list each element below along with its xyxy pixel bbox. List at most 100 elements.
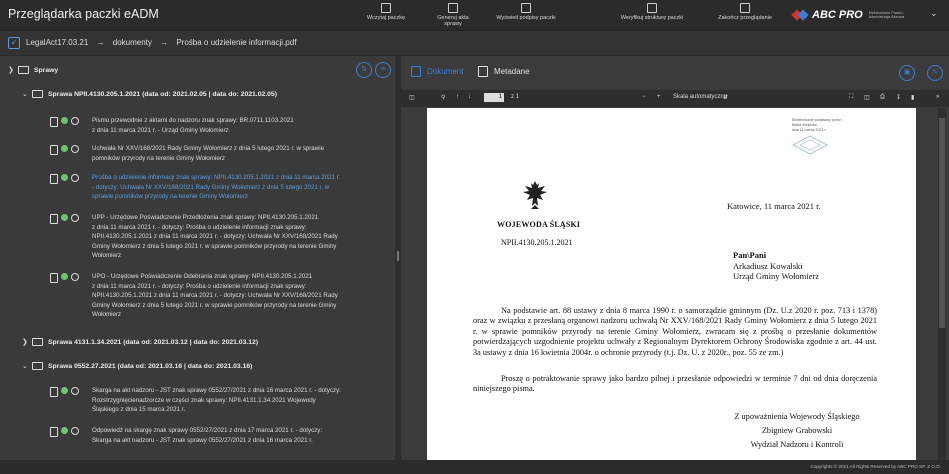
check-icon <box>61 214 68 221</box>
load-icon <box>381 3 391 13</box>
letter-request: Proszę o potraktowanie sprawy jako bardz… <box>473 374 877 394</box>
check-icon <box>61 174 68 181</box>
document-item[interactable]: Skarga na akt nadzoru - JST znak sprawy … <box>50 386 341 415</box>
generate-icon <box>448 3 458 13</box>
pdf-toolbar: ◫ ⚲ ↑ ↓ 1 z 1 − + Skala automatyczna ⇵ ⛶… <box>401 90 949 107</box>
tab-metadata[interactable]: Metadane <box>478 66 530 77</box>
file-icon <box>50 387 58 397</box>
document-item[interactable]: UPO - Urzędowe Poświadczenie Odebrania z… <box>50 272 338 320</box>
page-total: z 1 <box>511 94 520 100</box>
file-icon <box>50 145 58 155</box>
edit-icon[interactable]: ✎ <box>927 65 943 81</box>
zoom-in-icon[interactable]: + <box>657 94 661 100</box>
zoom-out-icon[interactable]: − <box>642 94 646 100</box>
open-file-icon[interactable]: ◫ <box>864 94 870 101</box>
app-title: Przeglądarka paczki eADM <box>8 7 159 21</box>
arrow-right-icon: → <box>96 38 105 47</box>
case-node[interactable]: ❯ Sprawa 4131.1.34.2021 (data od: 2021.0… <box>22 338 258 346</box>
breadcrumb-root[interactable]: LegalAct17.03.21 <box>26 38 88 47</box>
page-up-icon[interactable]: ↑ <box>456 94 459 100</box>
folder-icon <box>32 338 43 346</box>
chevron-down-icon: ❯ <box>8 67 14 74</box>
sort-icon[interactable]: ⇅ <box>356 62 372 78</box>
sidebar-toggle-icon[interactable]: ◫ <box>409 94 415 101</box>
file-icon <box>50 273 58 283</box>
document-item[interactable]: Uchwała Nr XXV/168/2021 Rady Gminy Wołom… <box>50 144 324 163</box>
list-icon[interactable]: ≡ <box>375 62 391 78</box>
file-icon <box>50 117 58 127</box>
document-item[interactable]: Pismo przewodnie z aktami do nadzoru zna… <box>50 116 294 135</box>
chevron-down-icon: ⌄ <box>22 363 28 370</box>
document-item[interactable]: UPP - Urzędowe Poświadczenie Przedłożeni… <box>50 213 338 261</box>
signature-block: Z upoważnienia Wojewody Śląskiego Zbigni… <box>734 412 860 449</box>
case-tree-panel: ⇅ ≡ ❯ Sprawy ⌄ Sprawa NPII.4130.205.1.20… <box>0 56 395 460</box>
document-item[interactable]: Odpowiedź na skargę znak sprawy 0552/27/… <box>50 426 322 445</box>
check-icon <box>61 273 68 280</box>
show-signatures-button[interactable]: Wyświetl podpisy paczki <box>495 3 557 27</box>
search-icon[interactable]: ⚲ <box>441 94 445 101</box>
document-icon <box>411 66 421 77</box>
case-node[interactable]: ⌄ Sprawa NPII.4130.205.1.2021 (data od: … <box>22 90 277 98</box>
signature-stamp: Elektroniczne podpisany przez: Beata Woj… <box>792 118 842 155</box>
folder-icon <box>32 362 43 370</box>
chevron-down-icon[interactable]: ⌄ <box>930 8 938 19</box>
breadcrumb: ↙ LegalAct17.03.21 → dokumenty → Prośba … <box>0 31 949 56</box>
fullscreen-icon[interactable]: ⛶ <box>849 94 853 101</box>
viewer-tabs: Dokument Metadane ▣ ✎ <box>401 56 949 91</box>
check-icon <box>61 117 68 124</box>
folder-icon <box>18 66 29 74</box>
file-icon <box>50 214 58 224</box>
signature-icon <box>71 117 79 125</box>
logo-subtitle: Elektroniczne Prawo i Administracja Biur… <box>868 10 905 20</box>
logo-mark-icon <box>791 8 809 22</box>
folder-icon <box>32 90 43 98</box>
signature-icon <box>71 387 79 395</box>
signature-icon <box>521 3 531 13</box>
verify-structure-button[interactable]: Weryfikuj strukturę paczki <box>616 3 688 27</box>
signature-icon <box>71 273 79 281</box>
document-item-selected[interactable]: Prośba o udzielenie informacji znak spra… <box>50 173 340 202</box>
logo-text: ABC PRO <box>812 9 863 21</box>
top-bar: Przeglądarka paczki eADM Wczytaj paczkę … <box>0 0 949 31</box>
page-number-input[interactable]: 1 <box>484 93 504 102</box>
addressee: Pan\Pani Arkadiusz Kowalski Urząd Gminy … <box>733 250 820 281</box>
pdf-page: Elektroniczne podpisany przez: Beata Woj… <box>427 108 916 460</box>
eagle-emblem-icon <box>523 181 547 209</box>
viewer-scrollbar[interactable] <box>938 108 946 460</box>
signature-icon <box>71 427 79 435</box>
breadcrumb-file: Prośba o udzielenie informacji.pdf <box>176 38 297 47</box>
chevron-down-icon: ⌄ <box>22 91 28 98</box>
metadata-icon <box>478 66 488 77</box>
place-date: Katowice, 11 marca 2021 r. <box>727 201 821 211</box>
chevron-right-icon: ❯ <box>22 339 28 346</box>
tab-document[interactable]: Dokument <box>411 66 463 77</box>
generate-case-files-button[interactable]: Generuj akta sprawy <box>428 3 478 27</box>
check-icon <box>61 387 68 394</box>
verify-icon <box>647 3 657 13</box>
file-icon <box>50 427 58 437</box>
more-tools-icon[interactable]: » <box>936 94 939 100</box>
bookmark-icon[interactable]: ▮ <box>911 94 914 101</box>
load-package-button[interactable]: Wczytaj paczkę <box>365 3 407 27</box>
check-icon <box>61 427 68 434</box>
tree-root[interactable]: ❯ Sprawy <box>8 66 58 74</box>
zoom-select[interactable]: Skala automatyczna <box>673 94 727 100</box>
case-node[interactable]: ⌄ Sprawa 0552.27.2021 (data od: 2021.03.… <box>22 362 252 370</box>
signature-icon <box>71 174 79 182</box>
abc-pro-logo: ABC PRO Elektroniczne Prawo i Administra… <box>791 7 913 23</box>
signature-icon <box>71 214 79 222</box>
close-icon <box>740 3 750 13</box>
download-icon[interactable]: ↧ <box>896 94 901 101</box>
document-viewer: Dokument Metadane ▣ ✎ ◫ ⚲ ↑ ↓ 1 z 1 − + … <box>401 56 949 460</box>
copyright-text: Copyrights © 2021 All Rights Reserved by… <box>810 464 941 469</box>
print-icon[interactable]: ⎙ <box>880 94 885 101</box>
end-viewing-button[interactable]: Zakończ przeglądanie <box>712 3 778 27</box>
breadcrumb-folder[interactable]: dokumenty <box>113 38 152 47</box>
page-down-icon[interactable]: ↓ <box>468 94 471 100</box>
chevron-down-icon: ⇵ <box>723 95 729 101</box>
signature-icon <box>71 145 79 153</box>
file-icon <box>50 174 58 184</box>
collapse-panel-icon[interactable]: ↙ <box>8 37 20 49</box>
save-icon[interactable]: ▣ <box>899 65 915 81</box>
issuer: WOJEWODA ŚLĄSKI <box>497 220 581 229</box>
